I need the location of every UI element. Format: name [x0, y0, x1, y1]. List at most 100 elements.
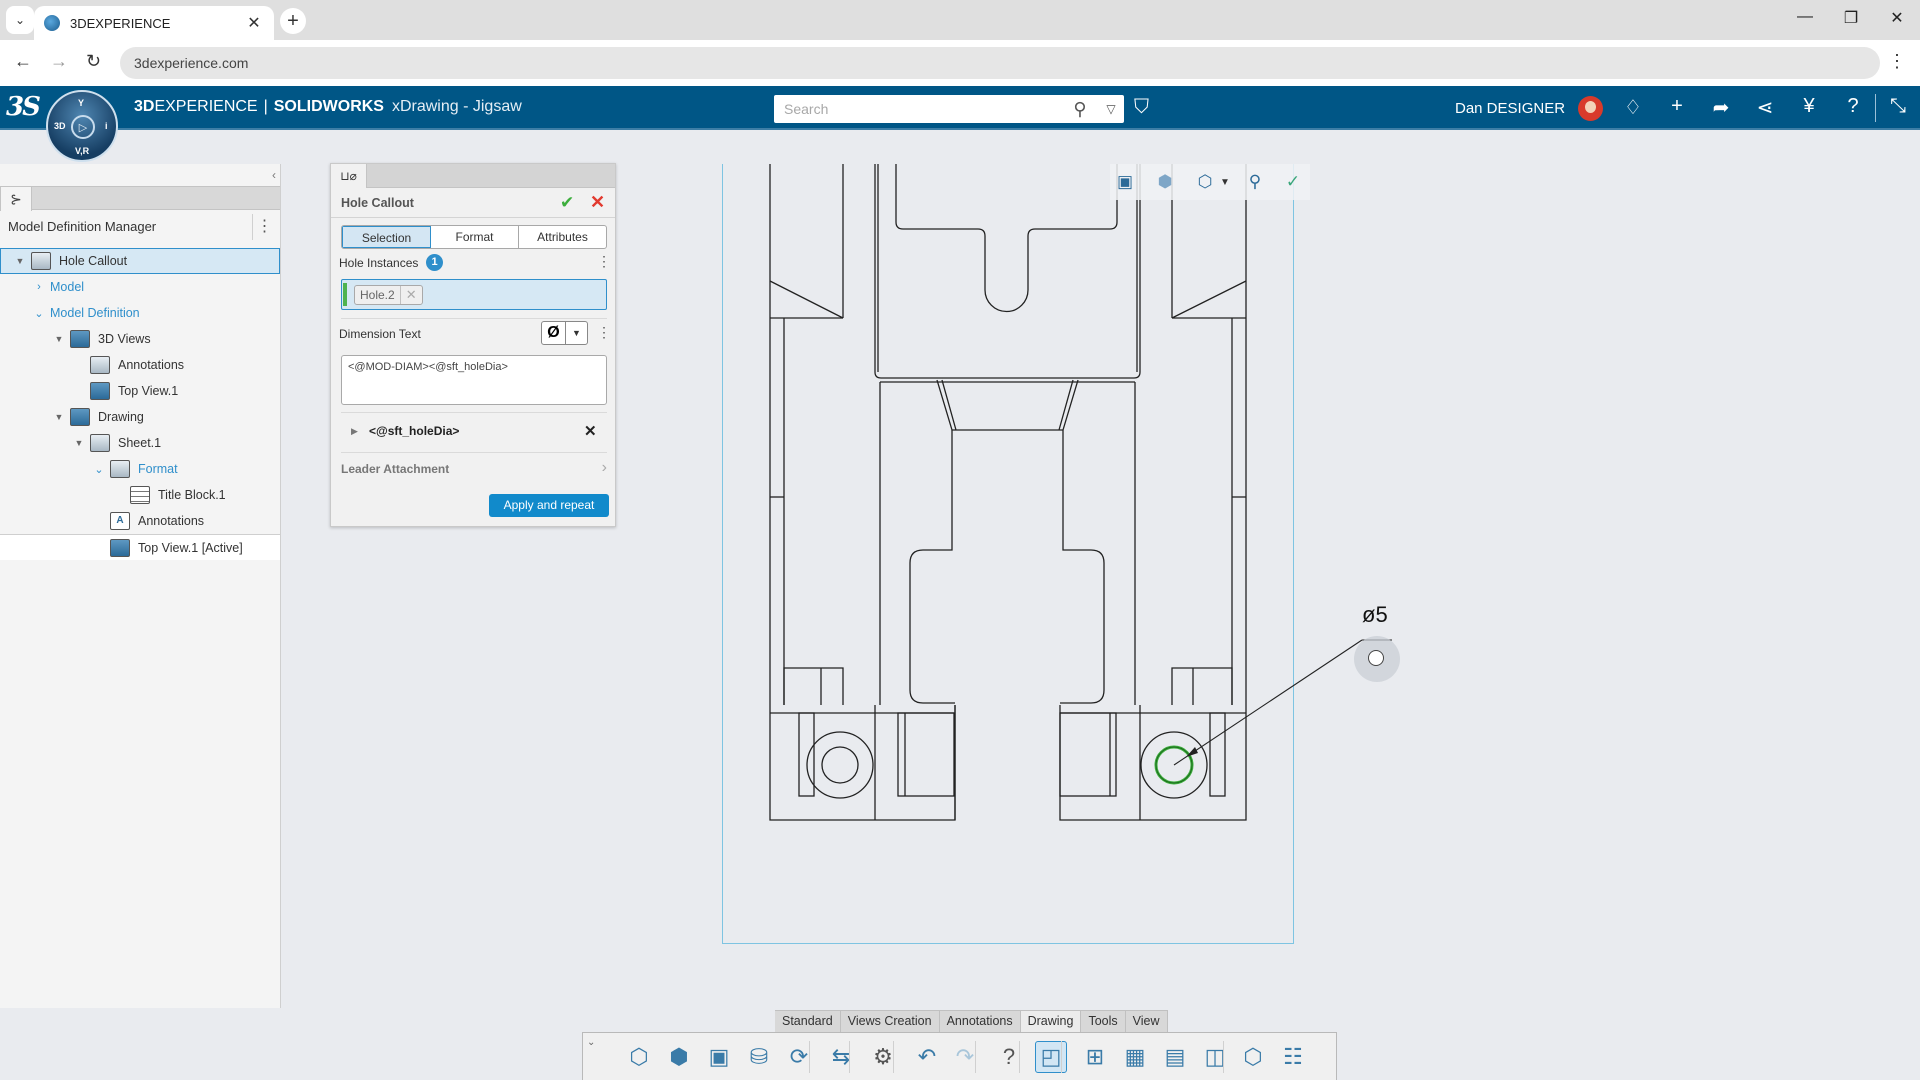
tree-tab[interactable]: ⊱	[0, 186, 32, 211]
avatar[interactable]	[1578, 96, 1603, 121]
variable-row[interactable]: ▶ <@sft_holeDia> ✕	[341, 414, 607, 450]
display-style-dropdown-icon[interactable]: ▼	[1212, 177, 1238, 188]
compass-widget[interactable]: Y 3D i V,R ▷	[46, 90, 118, 162]
collapse-panel-icon[interactable]: ‹	[272, 168, 276, 182]
tree-item[interactable]: ⌄ Model Definition	[0, 300, 280, 326]
tab-format[interactable]: Format	[431, 226, 519, 248]
remove-variable-icon[interactable]: ✕	[584, 422, 597, 440]
tab-tools[interactable]: Tools	[1081, 1011, 1126, 1032]
browser-tab[interactable]: 3DEXPERIENCE ✕	[34, 6, 274, 40]
hole-selection-box[interactable]: Hole.2 ✕	[341, 279, 607, 310]
help-icon[interactable]: ?	[1839, 95, 1867, 118]
tree-item[interactable]: Top View.1	[0, 378, 280, 404]
hole-callout-text[interactable]: ø5	[1362, 602, 1388, 628]
close-window-icon[interactable]: ✕	[1874, 8, 1920, 28]
help-icon[interactable]: ?	[993, 1041, 1025, 1073]
tab-selection[interactable]: Selection	[342, 226, 431, 248]
tree-item[interactable]: ▼ 3D Views	[0, 326, 280, 352]
minimize-icon[interactable]: —	[1782, 8, 1828, 26]
dimension-text-input[interactable]: <@MOD-DIAM><@sft_holeDia>	[341, 355, 607, 405]
tree-item[interactable]: ⌄ Format	[0, 456, 280, 482]
sheet-format-icon[interactable]: ▦	[1119, 1041, 1151, 1073]
tree-table-icon[interactable]: ☷	[1277, 1041, 1309, 1073]
compass-bottom[interactable]: V,R	[75, 146, 89, 156]
tab-attributes[interactable]: Attributes	[519, 226, 606, 248]
tab-views-creation[interactable]: Views Creation	[840, 1011, 940, 1032]
save-to-database-icon[interactable]: ⛁	[743, 1041, 775, 1073]
tab-standard[interactable]: Standard	[775, 1011, 841, 1032]
compass-right[interactable]: i	[105, 121, 108, 131]
search-dropdown-icon[interactable]: ▽	[1098, 102, 1124, 116]
tree-expander-icon[interactable]: ▼	[13, 256, 27, 266]
tab-annotations[interactable]: Annotations	[939, 1011, 1021, 1032]
zoom-fit-icon[interactable]: ⚲	[1242, 172, 1268, 192]
tree-item[interactable]: › Model	[0, 274, 280, 300]
save-icon[interactable]: ▣	[703, 1041, 735, 1073]
symbol-dropdown-icon[interactable]: ▼	[566, 322, 587, 344]
remove-hole-icon[interactable]: ✕	[401, 286, 422, 304]
forward-icon[interactable]: →	[50, 51, 68, 72]
save-as-3d-icon[interactable]: ⬢	[663, 1041, 695, 1073]
tree-expander-icon[interactable]: ⌄	[92, 463, 106, 476]
selected-hole-chip[interactable]: Hole.2 ✕	[354, 285, 423, 305]
toolbar-dropdown-icon[interactable]: ⌄	[587, 1037, 595, 1048]
tree-expander-icon[interactable]: ⌄	[32, 307, 46, 320]
back-icon[interactable]: ←	[14, 51, 32, 72]
share-icon[interactable]: ➦	[1707, 95, 1735, 120]
tree-item[interactable]: ▼ Drawing	[0, 404, 280, 430]
browser-menu-icon[interactable]: ⋮	[1888, 51, 1906, 72]
search-input[interactable]	[774, 95, 1062, 123]
settings-icon[interactable]: ⚙	[867, 1041, 899, 1073]
tree-item[interactable]: Annotations	[0, 352, 280, 378]
add-icon[interactable]: +	[1663, 95, 1691, 118]
tree-expander-icon[interactable]: ▼	[52, 412, 66, 422]
tree-expander-icon[interactable]: ▼	[52, 334, 66, 344]
compass-left[interactable]: 3D	[54, 121, 66, 131]
tree-item[interactable]: Title Block.1	[0, 482, 280, 508]
reload-icon[interactable]: ↻	[86, 51, 101, 72]
notifications-icon[interactable]: ♢	[1619, 95, 1647, 120]
search-icon[interactable]: ⚲	[1062, 99, 1098, 120]
tree-item[interactable]: Top View.1 [Active]	[0, 534, 280, 560]
panel-menu-icon[interactable]: ⋮	[252, 214, 276, 240]
tree-expander-icon[interactable]: ▼	[72, 438, 86, 448]
user-name[interactable]: Dan DESIGNER	[1455, 100, 1565, 117]
tab-list-button[interactable]: ⌄	[6, 6, 34, 34]
leader-attachment-section[interactable]: Leader Attachment ›	[341, 456, 607, 482]
tree-item[interactable]: ▼ Hole Callout	[0, 248, 280, 274]
apps-icon[interactable]: ¥	[1795, 95, 1823, 118]
confirm-icon[interactable]: ✓	[1280, 172, 1306, 192]
restore-icon[interactable]: ❐	[1828, 8, 1874, 28]
drawing-sheet[interactable]	[722, 164, 1294, 944]
redo-icon[interactable]: ↷	[949, 1041, 981, 1073]
tab-view[interactable]: View	[1125, 1011, 1168, 1032]
dimension-text-menu-icon[interactable]: ⋮	[597, 324, 611, 341]
address-bar[interactable]: 3dexperience.com	[120, 47, 1880, 79]
tree-item[interactable]: A Annotations	[0, 508, 280, 534]
new-sheet-icon[interactable]: ⊞	[1079, 1041, 1111, 1073]
apply-and-repeat-button[interactable]: Apply and repeat	[489, 494, 609, 517]
view-layout-icon[interactable]: ◫	[1199, 1041, 1231, 1073]
play-icon[interactable]: ▷	[71, 115, 95, 139]
pm-tab-hole-callout[interactable]: ⊔⌀	[331, 164, 367, 188]
tab-drawing[interactable]: Drawing	[1020, 1011, 1082, 1032]
tag-icon[interactable]: ⛉	[1134, 96, 1149, 119]
ok-icon[interactable]: ✔	[560, 193, 574, 213]
model-view-icon[interactable]: ◰	[1035, 1041, 1067, 1073]
hole-instances-menu-icon[interactable]: ⋮	[597, 253, 611, 270]
view-settings-icon[interactable]: ▣	[1112, 172, 1138, 192]
ds-logo-icon[interactable]: 3S	[6, 92, 41, 122]
diameter-symbol-icon[interactable]: Ø	[542, 322, 566, 344]
refresh-icon[interactable]: ⟳	[783, 1041, 815, 1073]
save-sheet-icon[interactable]: ▤	[1159, 1041, 1191, 1073]
symbol-picker[interactable]: Ø ▼	[541, 321, 588, 345]
close-tab-icon[interactable]: ✕	[244, 13, 264, 33]
undo-icon[interactable]: ↶	[911, 1041, 943, 1073]
social-share-icon[interactable]: ⋖	[1751, 95, 1779, 120]
open-icon[interactable]: ⬡	[623, 1041, 655, 1073]
collapse-fullscreen-icon[interactable]: ⤡	[1884, 95, 1912, 118]
new-tab-button[interactable]: +	[280, 8, 306, 34]
cancel-icon[interactable]: ✕	[590, 192, 605, 213]
expand-variable-icon[interactable]: ▶	[351, 426, 358, 437]
tree-item[interactable]: ▼ Sheet.1	[0, 430, 280, 456]
